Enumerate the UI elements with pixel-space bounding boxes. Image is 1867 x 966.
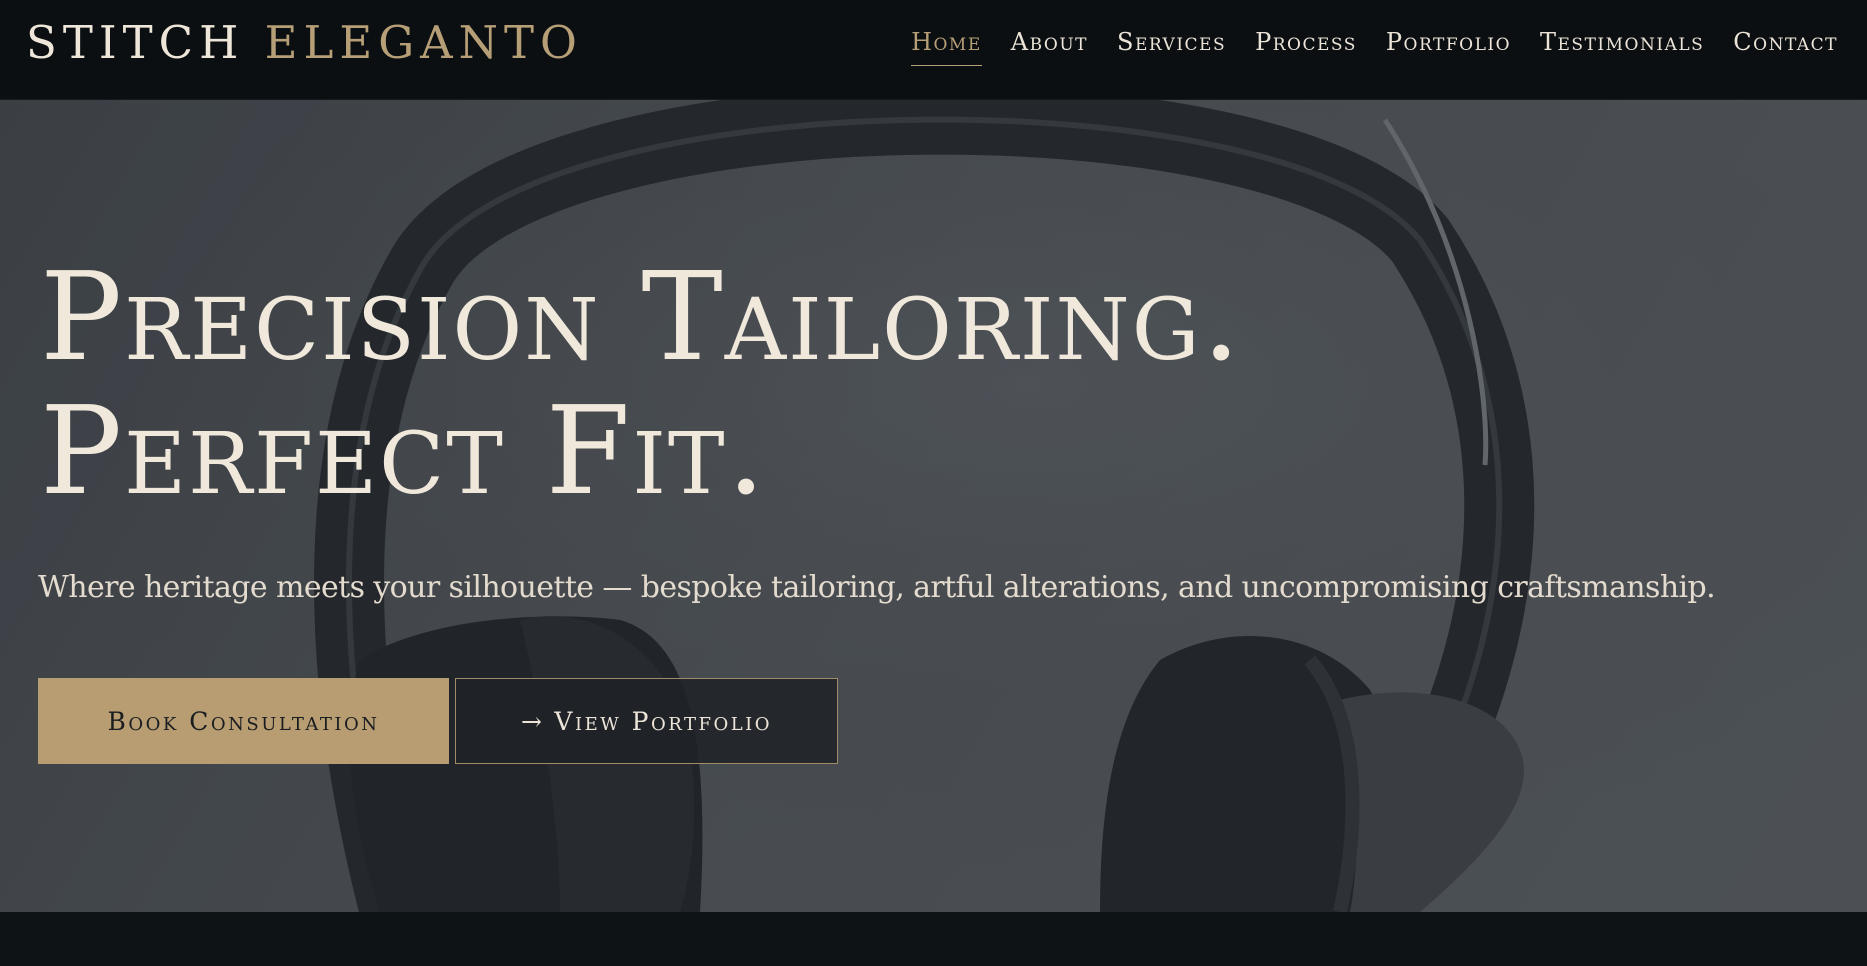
hero-headline-line-1: Precision Tailoring. xyxy=(40,246,1243,388)
nav-item-process[interactable]: Process xyxy=(1255,26,1357,66)
nav-item-contact[interactable]: Contact xyxy=(1733,26,1838,66)
hero-section: Precision Tailoring. Perfect Fit. Where … xyxy=(0,100,1867,912)
nav-item-services[interactable]: Services xyxy=(1117,26,1226,66)
nav-item-portfolio[interactable]: Portfolio xyxy=(1386,26,1511,66)
nav-item-testimonials[interactable]: Testimonials xyxy=(1540,26,1704,66)
view-portfolio-button[interactable]: → View Portfolio xyxy=(455,678,838,764)
main-nav: Home About Services Process Portfolio Te… xyxy=(911,26,1838,66)
nav-item-home[interactable]: Home xyxy=(911,26,982,66)
nav-item-about[interactable]: About xyxy=(1011,26,1088,66)
hero-headline-line-2: Perfect Fit. xyxy=(40,380,768,522)
brand-logo[interactable]: STITCH ELEGANTO xyxy=(26,18,583,68)
brand-name-primary: STITCH xyxy=(26,16,245,69)
site-header: STITCH ELEGANTO Home About Services Proc… xyxy=(0,0,1867,100)
view-portfolio-label: View Portfolio xyxy=(554,706,773,736)
book-consultation-button[interactable]: Book Consultation xyxy=(38,678,449,764)
next-section-band xyxy=(0,912,1867,966)
hero-tagline: Where heritage meets your silhouette — b… xyxy=(38,570,1716,605)
book-consultation-label: Book Consultation xyxy=(107,706,380,736)
brand-name-accent: ELEGANTO xyxy=(264,16,583,69)
arrow-right-icon: → xyxy=(520,706,545,736)
hero-headline: Precision Tailoring. Perfect Fit. xyxy=(40,250,1243,518)
